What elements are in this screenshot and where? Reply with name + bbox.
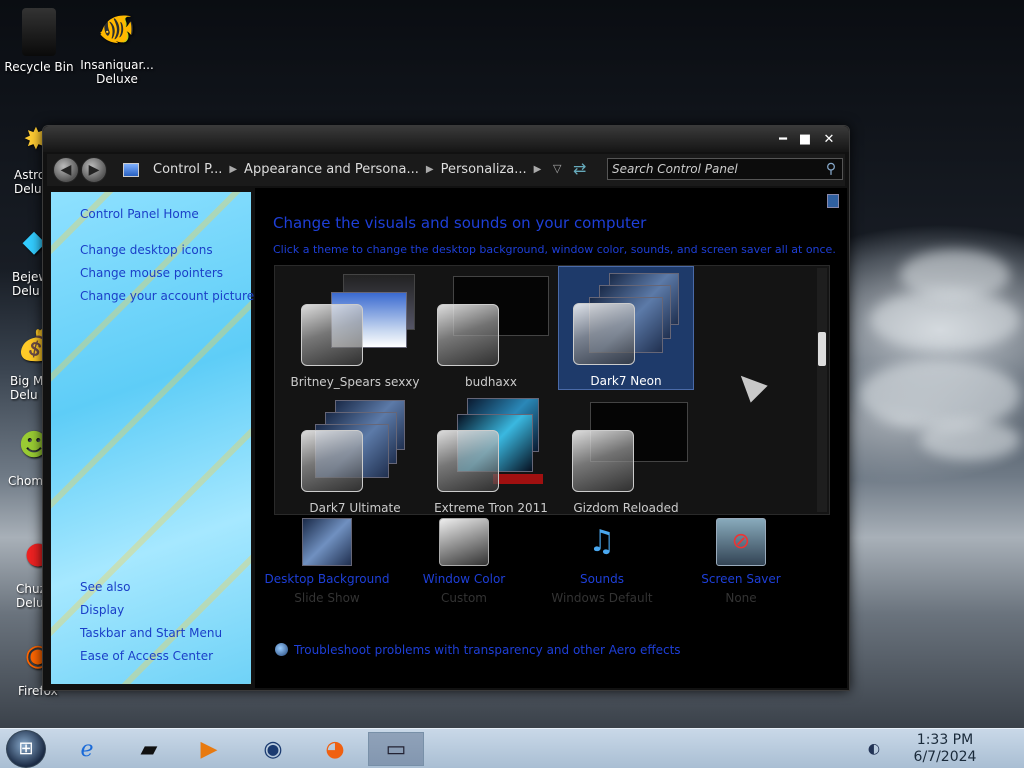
theme-item-dark7-ultimate[interactable]: Dark7 Ultimate [287,394,423,515]
desktop-icon-recycle-bin[interactable]: Recycle Bin [2,8,76,74]
search-placeholder: Search Control Panel [612,162,738,176]
title-bar[interactable]: ━ ■ ✕ [43,126,849,152]
theme-label: Britney_Spears sexxy [290,375,420,389]
maximize-button[interactable]: ■ [795,132,815,148]
taskbar-start-menu-link[interactable]: Taskbar and Start Menu [80,626,222,640]
screen-saver-icon: ⊘ [716,518,766,566]
breadcrumb-item-appearance[interactable]: Appearance and Persona... [244,158,419,182]
setting-value: Windows Default [551,591,653,605]
control-panel-taskbar-icon[interactable]: ▭ [368,732,424,766]
minimize-button[interactable]: ━ [773,132,793,148]
desktop-icon-label: Chom [8,474,44,488]
page-subtitle: Click a theme to change the desktop back… [273,243,836,256]
theme-item-britney-spears[interactable]: Britney_Spears sexxy [287,268,423,390]
theme-color-swatch [573,303,635,365]
theme-item-gizdom-reloaded[interactable]: Gizdom Reloaded [558,394,694,515]
desktop-icon-label: Insaniquar... Deluxe [80,58,154,86]
see-also-heading: See also [80,580,131,594]
clock[interactable]: 1:33 PM 6/7/2024 [890,732,1000,766]
troubleshoot-text: Troubleshoot problems with transparency … [294,643,681,657]
sounds-setting[interactable]: ♫ Sounds Windows Default [527,518,677,605]
setting-title: Desktop Background [264,572,390,586]
firefox-icon[interactable]: ◕ [318,732,352,766]
network-icon[interactable]: ◐ [866,741,882,757]
troubleshoot-link[interactable]: Troubleshoot problems with transparency … [275,643,681,657]
clock-date: 6/7/2024 [913,749,977,765]
change-desktop-icons-link[interactable]: Change desktop icons [80,243,213,257]
breadcrumb-item-control-panel[interactable]: Control P... [153,158,222,182]
setting-title: Window Color [422,572,506,586]
desktop-icon-insaniquarium[interactable]: 🐠 Insaniquar... Deluxe [80,6,154,87]
theme-label: Extreme Tron 2011 [434,501,548,515]
globe-icon[interactable]: ◉ [256,732,290,766]
goldfish-icon: 🐠 [98,12,136,47]
setting-value: Slide Show [294,591,360,605]
setting-value: None [725,591,757,605]
theme-gallery-scrollbar[interactable] [817,268,827,512]
recycle-bin-icon [22,8,56,56]
main-content: Change the visuals and sounds on your co… [255,188,847,688]
desktop-background-icon [302,518,352,566]
setting-title: Screen Saver [701,572,781,586]
sounds-icon: ♫ [588,524,616,559]
theme-color-swatch [301,430,363,492]
theme-preview-logo [493,474,543,484]
setting-value: Custom [441,591,487,605]
theme-label: budhaxx [464,375,517,389]
personalization-window: ━ ■ ✕ ◀ ▶ Control P... ▶ Appearance and … [42,125,850,691]
start-button[interactable]: ⊞ [6,730,46,768]
back-button[interactable]: ◀ [53,157,79,183]
desktop-icon-label: Astro Delu [14,168,44,196]
search-icon[interactable]: ⚲ [822,160,840,178]
theme-label: Gizdom Reloaded [573,501,679,515]
task-pane: Control Panel Home Change desktop icons … [51,192,254,684]
troubleshoot-icon [275,643,288,656]
forward-button[interactable]: ▶ [81,157,107,183]
scrollbar-thumb[interactable] [818,332,826,366]
cloud [920,420,1020,460]
breadcrumb-item-personalization[interactable]: Personaliza... [441,158,527,182]
taskbar: ⊞ ℯ ▰ ▶ ◉ ◕ ▭ ◐ 1:33 PM 6/7/2024 [0,728,1024,768]
change-mouse-pointers-link[interactable]: Change mouse pointers [80,266,223,280]
theme-color-swatch [437,304,499,366]
desktop-icon-label: Bejew Delu [12,270,46,298]
breadcrumb-separator-icon[interactable]: ▶ [534,158,542,182]
display-link[interactable]: Display [80,603,124,617]
search-input[interactable]: Search Control Panel ⚲ [607,158,843,180]
help-icon[interactable] [827,194,839,208]
screen-saver-setting[interactable]: ⊘ Screen Saver None [666,518,816,605]
cloud [860,360,1020,430]
theme-color-swatch [437,430,499,492]
clock-time: 1:33 PM [916,732,974,748]
media-player-icon[interactable]: ▶ [192,732,226,766]
window-color-setting[interactable]: Window Color Custom [389,518,539,605]
theme-color-swatch [572,430,634,492]
theme-label: Dark7 Neon [590,374,662,388]
desktop-icon-label: Recycle Bin [4,60,74,74]
change-account-picture-link[interactable]: Change your account picture [80,289,254,303]
theme-item-budhaxx[interactable]: budhaxx [423,268,559,390]
setting-title: Sounds [579,572,625,586]
cloud [900,250,1010,300]
control-panel-home-link[interactable]: Control Panel Home [80,207,199,221]
theme-label: Dark7 Ultimate [309,501,401,515]
navigation-bar: ◀ ▶ Control P... ▶ Appearance and Person… [47,154,845,186]
explorer-icon[interactable]: ▰ [132,732,166,766]
breadcrumb-separator-icon[interactable]: ▶ [229,158,237,182]
breadcrumb: Control P... ▶ Appearance and Persona...… [123,158,593,182]
theme-color-swatch [301,304,363,366]
address-dropdown-icon[interactable]: ▽ [553,162,561,175]
ease-of-access-link[interactable]: Ease of Access Center [80,649,213,663]
control-panel-icon [123,163,139,177]
page-title: Change the visuals and sounds on your co… [273,214,647,232]
theme-item-dark7-neon[interactable]: Dark7 Neon [558,266,694,390]
theme-item-extreme-tron[interactable]: Extreme Tron 2011 [423,394,559,515]
internet-explorer-icon[interactable]: ℯ [70,732,104,766]
desktop-background-setting[interactable]: Desktop Background Slide Show [252,518,402,605]
window-color-icon [439,518,489,566]
refresh-icon[interactable]: ⇄ [573,159,586,178]
breadcrumb-separator-icon[interactable]: ▶ [426,158,434,182]
close-button[interactable]: ✕ [819,132,839,148]
